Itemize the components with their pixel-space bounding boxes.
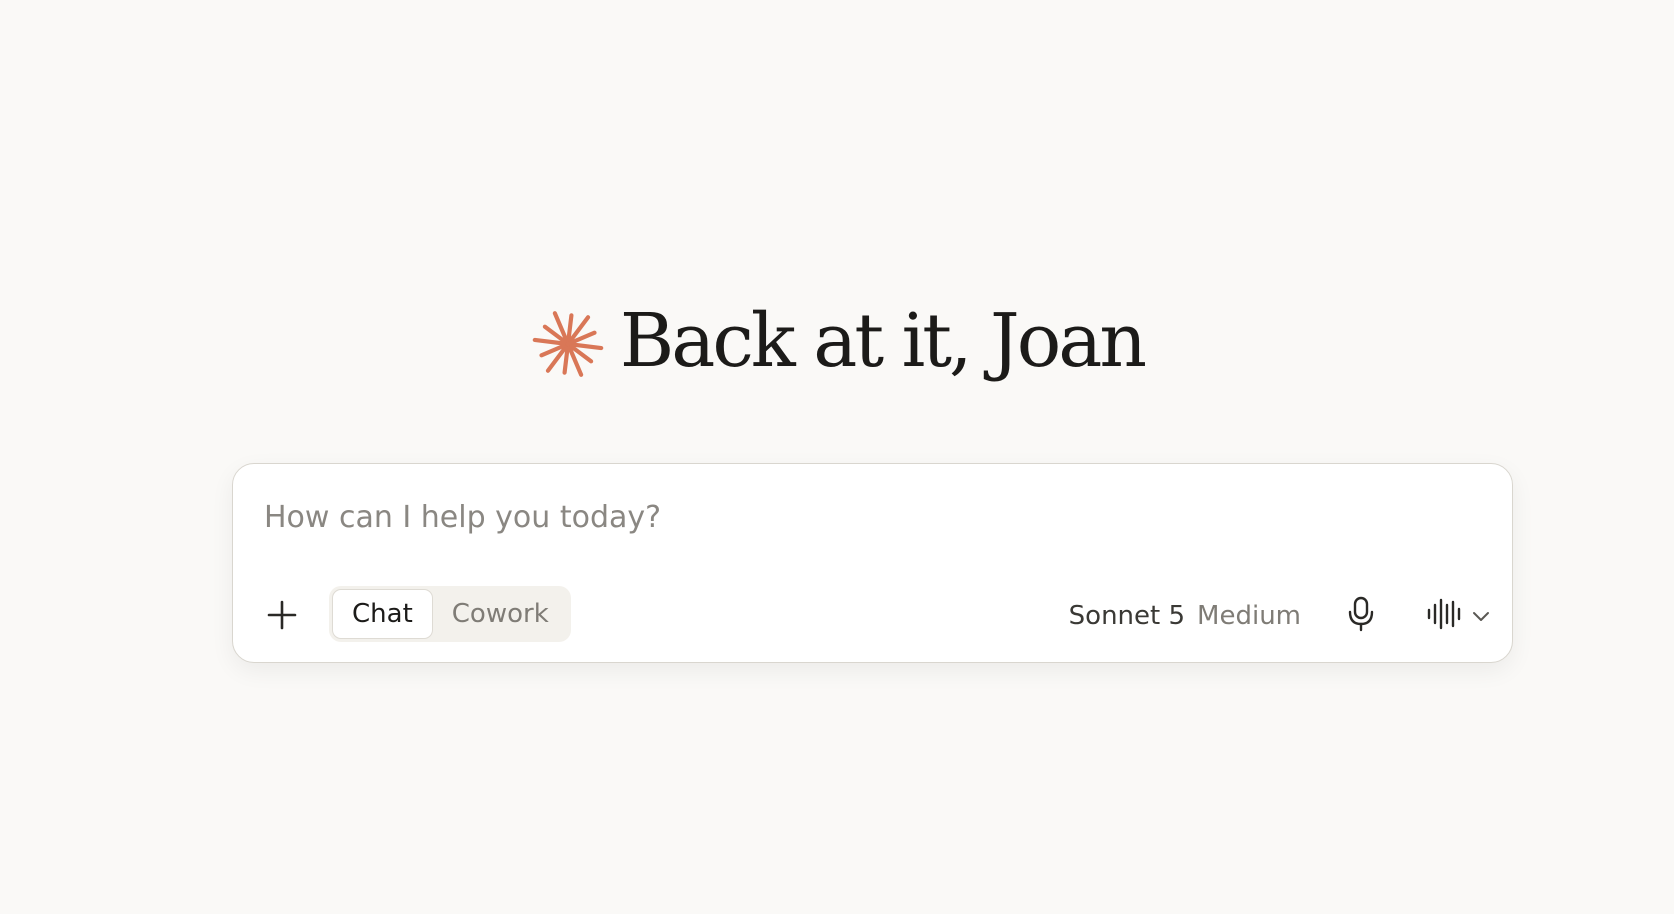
voice-waveform-icon	[1426, 598, 1462, 634]
home-page: Back at it, Joan Chat Cowork Sonnet 5 Me…	[0, 0, 1674, 914]
tab-chat[interactable]: Chat	[332, 589, 433, 639]
greeting-title: Back at it, Joan	[619, 298, 1147, 384]
model-name: Sonnet 5	[1068, 601, 1186, 631]
mode-toggle: Chat Cowork	[329, 586, 571, 642]
model-effort: Medium	[1197, 601, 1301, 631]
microphone-icon	[1347, 596, 1375, 636]
spark-icon	[530, 300, 606, 382]
add-button[interactable]	[260, 595, 304, 639]
dictation-button[interactable]	[1338, 592, 1384, 640]
voice-mode-button[interactable]	[1426, 592, 1490, 640]
prompt-input[interactable]	[264, 492, 1464, 542]
model-selector[interactable]: Sonnet 5 Medium	[1069, 594, 1301, 638]
greeting: Back at it, Joan	[0, 300, 1674, 382]
prompt-composer: Chat Cowork Sonnet 5 Medium	[232, 463, 1513, 663]
plus-icon	[267, 600, 297, 634]
tab-cowork[interactable]: Cowork	[433, 589, 568, 639]
chevron-down-icon[interactable]	[1472, 607, 1490, 626]
